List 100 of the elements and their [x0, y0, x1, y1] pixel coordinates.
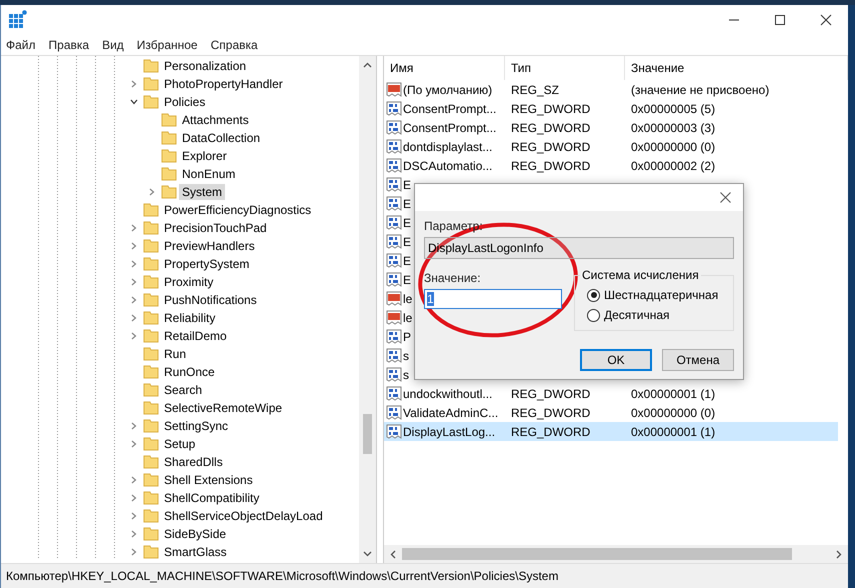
value-name[interactable]: E [403, 196, 412, 210]
expand-chevron-icon[interactable] [130, 476, 138, 484]
value-name[interactable]: E [403, 254, 412, 268]
expand-chevron-icon[interactable] [148, 188, 156, 196]
scrollbar-thumb[interactable] [402, 548, 792, 560]
value-data: 0x00000005 (5) [631, 102, 716, 116]
tree-item[interactable]: ShellCompatibility [161, 490, 262, 506]
expand-chevron-icon[interactable] [130, 242, 138, 250]
expand-chevron-icon[interactable] [130, 548, 138, 556]
column-header[interactable]: Имя [384, 56, 505, 80]
value-name[interactable]: E [403, 178, 412, 192]
radio-label[interactable]: Десятичная [604, 308, 670, 322]
expand-chevron-icon[interactable] [130, 80, 138, 88]
tree-item[interactable]: PropertySystem [161, 256, 252, 272]
collapse-chevron-icon[interactable] [130, 98, 138, 106]
expand-chevron-icon[interactable] [130, 278, 138, 286]
tree-item[interactable]: Explorer [179, 148, 230, 164]
tree-item[interactable]: Personalization [161, 58, 250, 74]
expand-chevron-icon[interactable] [130, 530, 138, 538]
tree-item[interactable]: PrecisionTouchPad [161, 220, 270, 236]
value-name[interactable]: le [403, 310, 412, 324]
tree-item[interactable]: Search [161, 382, 206, 398]
menu-item[interactable]: Вид [102, 38, 124, 52]
folder-icon [143, 365, 159, 379]
binary-value-icon [386, 138, 402, 154]
column-header[interactable]: Тип [505, 56, 625, 80]
expand-chevron-icon[interactable] [130, 224, 138, 232]
tree-item[interactable]: Proximity [161, 274, 216, 290]
scroll-down-icon[interactable] [363, 551, 372, 557]
value-type: REG_DWORD [511, 406, 590, 420]
scrollbar-thumb[interactable] [363, 414, 372, 454]
maximize-icon[interactable] [774, 14, 786, 26]
tree-item[interactable]: PhotoPropertyHandler [161, 76, 286, 92]
value-name[interactable]: P [403, 330, 412, 344]
value-name[interactable]: s [403, 368, 409, 382]
folder-icon [143, 257, 159, 271]
expand-chevron-icon[interactable] [130, 314, 138, 322]
tree-item[interactable]: SharedDlls [161, 454, 226, 470]
tree-item[interactable]: Shell Extensions [161, 472, 256, 488]
expand-chevron-icon[interactable] [130, 422, 138, 430]
tree-item[interactable]: Run [161, 346, 190, 362]
value-name[interactable]: (По умолчанию) [403, 82, 492, 96]
tree-item[interactable]: Attachments [179, 112, 252, 128]
value-name[interactable]: DisplayLastLog... [403, 424, 496, 438]
expand-chevron-icon[interactable] [130, 440, 138, 448]
folder-icon [143, 401, 159, 415]
value-name[interactable]: undockwithoutl... [403, 386, 492, 400]
ok-button[interactable]: OK [580, 349, 652, 371]
tree-item[interactable]: SelectiveRemoteWipe [161, 400, 286, 416]
close-icon[interactable] [720, 192, 731, 203]
tree-item[interactable]: DataCollection [179, 130, 264, 146]
tree-item[interactable]: ShellServiceObjectDelayLoad [161, 508, 326, 524]
value-name[interactable]: E [403, 234, 412, 248]
value-name[interactable]: s [403, 348, 409, 362]
expand-chevron-icon[interactable] [130, 332, 138, 340]
menu-item[interactable]: Правка [48, 38, 90, 52]
tree-item[interactable]: Reliability [161, 310, 218, 326]
value-input-field[interactable]: 1 [424, 289, 562, 309]
tree-item[interactable]: NonEnum [179, 166, 238, 182]
expand-chevron-icon[interactable] [130, 296, 138, 304]
value-name[interactable]: le [403, 292, 412, 306]
scroll-up-icon[interactable] [363, 62, 372, 68]
expand-chevron-icon[interactable] [130, 494, 138, 502]
menu-item[interactable]: Избранное [136, 38, 198, 52]
tree-item[interactable]: SideBySide [161, 526, 230, 542]
radio-label[interactable]: Шестнадцатеричная [604, 288, 718, 302]
value-name[interactable]: dontdisplaylast... [403, 140, 492, 154]
expand-chevron-icon[interactable] [130, 512, 138, 520]
tree-item[interactable]: PreviewHandlers [161, 238, 258, 254]
scroll-left-icon[interactable] [390, 550, 396, 558]
value-name[interactable]: ValidateAdminC... [403, 406, 498, 420]
radio-button[interactable] [587, 308, 600, 322]
tree-item[interactable]: System [179, 184, 226, 200]
cancel-button[interactable]: Отмена [662, 349, 734, 371]
tree-item[interactable]: SettingSync [161, 418, 232, 434]
expand-chevron-icon[interactable] [130, 260, 138, 268]
value-name[interactable]: E [403, 272, 412, 286]
value-name[interactable]: DSCAutomatio... [403, 158, 492, 172]
value-name[interactable]: E [403, 216, 412, 230]
folder-icon [143, 347, 159, 361]
string-value-icon [386, 82, 402, 98]
tree-item[interactable]: SmartGlass [161, 544, 230, 560]
scroll-right-icon[interactable] [836, 550, 842, 558]
folder-icon [161, 113, 177, 127]
menu-item[interactable]: Справка [210, 38, 258, 52]
field-label: Значение: [424, 271, 481, 285]
tree-item[interactable]: Policies [161, 94, 208, 110]
value-data: 0x00000000 (0) [631, 140, 716, 154]
value-name[interactable]: ConsentPrompt... [403, 120, 496, 134]
folder-icon [143, 59, 159, 73]
tree-item[interactable]: Setup [161, 436, 198, 452]
close-icon[interactable] [820, 14, 832, 26]
tree-item[interactable]: PushNotifications [161, 292, 260, 308]
tree-item[interactable]: RetailDemo [161, 328, 230, 344]
value-name[interactable]: ConsentPrompt... [403, 102, 496, 116]
tree-item[interactable]: PowerEfficiencyDiagnostics [161, 202, 314, 218]
tree-item[interactable]: RunOnce [161, 364, 218, 380]
menu-item[interactable]: Файл [6, 38, 36, 52]
binary-value-icon [386, 252, 402, 268]
radio-button[interactable] [587, 288, 600, 302]
